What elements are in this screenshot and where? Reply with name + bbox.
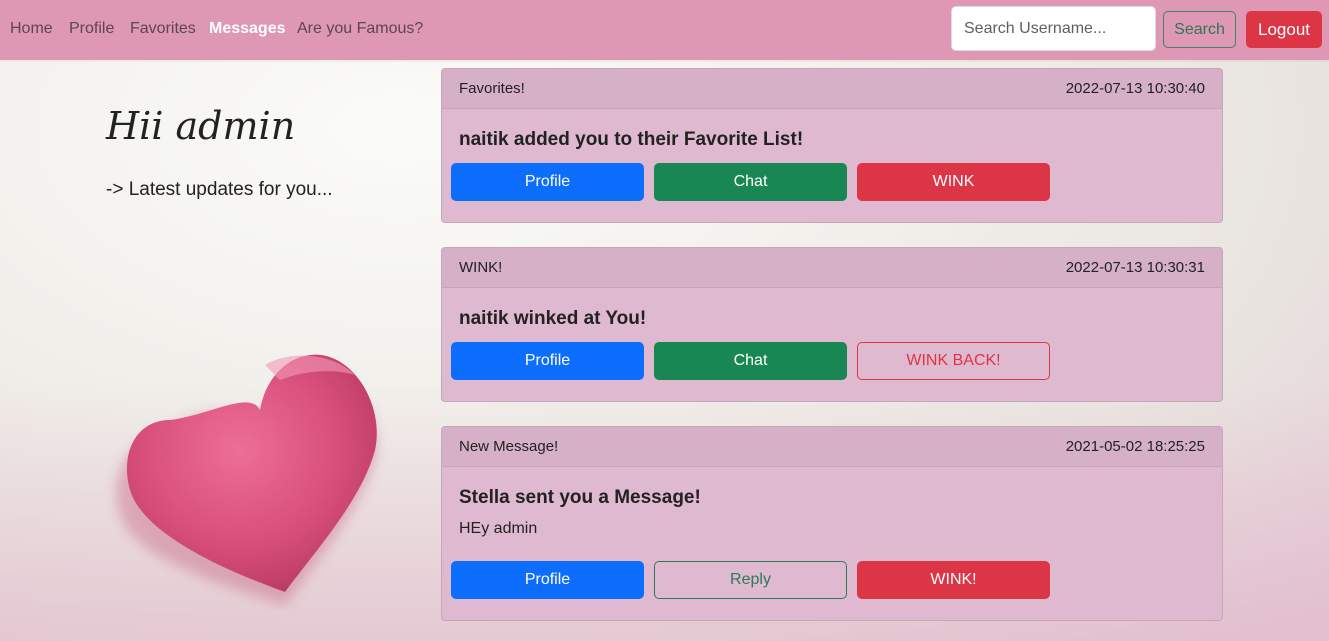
nav-link-profile[interactable]: Profile [69,20,114,38]
notification-card: New Message! 2021-05-02 18:25:25 Stella … [441,426,1223,621]
nav-link-home[interactable]: Home [10,20,53,38]
wink-button[interactable]: WINK [857,163,1050,201]
card-header: Favorites! 2022-07-13 10:30:40 [442,69,1222,109]
nav-link-messages[interactable]: Messages [209,20,286,38]
wink-button[interactable]: WINK! [857,561,1050,599]
logout-button[interactable]: Logout [1246,11,1322,48]
profile-button[interactable]: Profile [451,561,644,599]
greeting-subtitle: -> Latest updates for you... [106,179,333,200]
profile-button[interactable]: Profile [451,342,644,380]
notification-card: WINK! 2022-07-13 10:30:31 naitik winked … [441,247,1223,402]
chat-button[interactable]: Chat [654,163,847,201]
search-button[interactable]: Search [1163,11,1236,48]
card-header-label: New Message! [459,438,559,455]
card-timestamp: 2022-07-13 10:30:31 [1065,259,1205,276]
greeting-title: Hii admin [106,104,296,148]
card-header-label: Favorites! [459,80,525,97]
card-title: naitik winked at You! [459,308,647,329]
chat-button[interactable]: Chat [654,342,847,380]
card-message-text: HEy admin [459,520,538,537]
card-timestamp: 2021-05-02 18:25:25 [1065,438,1205,455]
card-title: naitik added you to their Favorite List! [459,129,804,150]
card-title: Stella sent you a Message! [459,487,701,508]
wink-back-button[interactable]: WINK BACK! [857,342,1050,380]
nav-link-are-you-famous[interactable]: Are you Famous? [297,20,423,38]
navbar: Home Profile Favorites Messages Are you … [0,0,1329,60]
card-header-label: WINK! [459,259,503,276]
card-timestamp: 2022-07-13 10:30:40 [1065,80,1205,97]
notification-card: Favorites! 2022-07-13 10:30:40 naitik ad… [441,68,1223,223]
heart-image [100,340,390,610]
search-username-input[interactable] [951,6,1156,51]
card-header: New Message! 2021-05-02 18:25:25 [442,427,1222,467]
reply-button[interactable]: Reply [654,561,847,599]
card-header: WINK! 2022-07-13 10:30:31 [442,248,1222,288]
profile-button[interactable]: Profile [451,163,644,201]
nav-link-favorites[interactable]: Favorites [130,20,196,38]
